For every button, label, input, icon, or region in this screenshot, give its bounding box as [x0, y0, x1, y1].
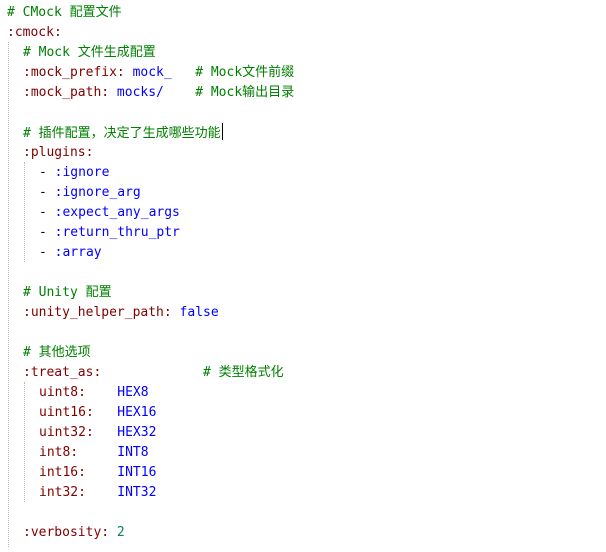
code-line[interactable]: uint16: HEX16 [0, 403, 156, 423]
code-line[interactable]: :mock_path: mocks/ # Mock输出目录 [0, 83, 294, 103]
token-key: :treat_as: [23, 365, 102, 380]
token-comment: # 类型格式化 [101, 365, 284, 380]
token-value: :return_thru_ptr [54, 225, 180, 240]
code-line[interactable]: int8: INT8 [0, 443, 149, 463]
code-line[interactable]: # Mock 文件生成配置 [0, 43, 156, 63]
token-key: :unity_helper_path: [23, 305, 172, 320]
code-line[interactable]: - :expect_any_args [0, 203, 180, 223]
text-cursor [221, 123, 223, 140]
code-line[interactable]: :unity_helper_path: false [0, 303, 219, 323]
code-line[interactable]: :mock_prefix: mock_ # Mock文件前缀 [0, 63, 294, 83]
code-line[interactable]: uint32: HEX32 [0, 423, 156, 443]
token-value: :expect_any_args [54, 205, 180, 220]
token-comment: # Unity 配置 [23, 285, 112, 300]
token-value: :array [54, 245, 102, 260]
code-line[interactable]: - :ignore_arg [0, 183, 141, 203]
token-key: int8: [39, 445, 79, 460]
code-line[interactable]: # 插件配置，决定了生成哪些功能 [0, 123, 223, 143]
token-key: :cmock: [7, 25, 62, 40]
token-value: false [171, 305, 219, 320]
token-comment: # Mock文件前缀 [171, 65, 295, 80]
code-line[interactable]: - :ignore [0, 163, 109, 183]
token-key: uint32: [39, 425, 94, 440]
code-editor[interactable]: # CMock 配置文件 :cmock: # Mock 文件生成配置 :mock_pr… [0, 0, 606, 552]
token-value: :ignore [54, 165, 110, 180]
token-key: :mock_prefix: [23, 65, 125, 80]
code-line[interactable] [0, 323, 7, 343]
token-comment: # Mock 文件生成配置 [23, 45, 156, 60]
token-value: HEX8 [85, 385, 149, 400]
token-value: INT32 [85, 485, 157, 500]
code-line[interactable]: :cmock: [0, 23, 62, 43]
token-value: :ignore_arg [54, 185, 141, 200]
code-line[interactable]: :plugins: [0, 143, 93, 163]
token-key: uint16: [39, 405, 94, 420]
token-value: INT16 [85, 465, 157, 480]
token-value: INT8 [78, 445, 149, 460]
code-line[interactable]: uint8: HEX8 [0, 383, 149, 403]
token-value: HEX32 [93, 425, 157, 440]
token-comment: # Mock输出目录 [163, 85, 295, 100]
code-line[interactable]: int16: INT16 [0, 463, 156, 483]
code-line[interactable] [0, 503, 7, 523]
code-line[interactable] [0, 103, 7, 123]
token-value: mock_ [124, 65, 172, 80]
token-dash: - [39, 165, 55, 180]
code-line[interactable]: - :array [0, 243, 102, 263]
token-comment: # 其他选项 [23, 345, 91, 360]
code-line[interactable]: int32: INT32 [0, 483, 156, 503]
token-dash: - [39, 245, 55, 260]
code-line[interactable] [0, 263, 7, 283]
code-line[interactable]: - :return_thru_ptr [0, 223, 180, 243]
token-dash: - [39, 205, 55, 220]
token-key: int16: [39, 465, 86, 480]
token-number: 2 [109, 525, 125, 540]
token-key: int32: [39, 485, 86, 500]
code-line[interactable]: :verbosity: 2 [0, 523, 125, 543]
token-value: HEX16 [93, 405, 157, 420]
token-dash: - [39, 185, 55, 200]
code-line[interactable]: # Unity 配置 [0, 283, 112, 303]
code-line[interactable]: # CMock 配置文件 [0, 3, 122, 23]
token-key: uint8: [39, 385, 86, 400]
token-key: :mock_path: [23, 85, 110, 100]
token-comment: # 插件配置，决定了生成哪些功能 [23, 126, 221, 141]
token-key: :plugins: [23, 145, 94, 160]
code-line[interactable]: :treat_as: # 类型格式化 [0, 363, 284, 383]
token-comment: # CMock 配置文件 [7, 5, 122, 20]
token-key: :verbosity: [23, 525, 110, 540]
token-value: mocks/ [109, 85, 164, 100]
token-dash: - [39, 225, 55, 240]
code-line[interactable]: # 其他选项 [0, 343, 91, 363]
